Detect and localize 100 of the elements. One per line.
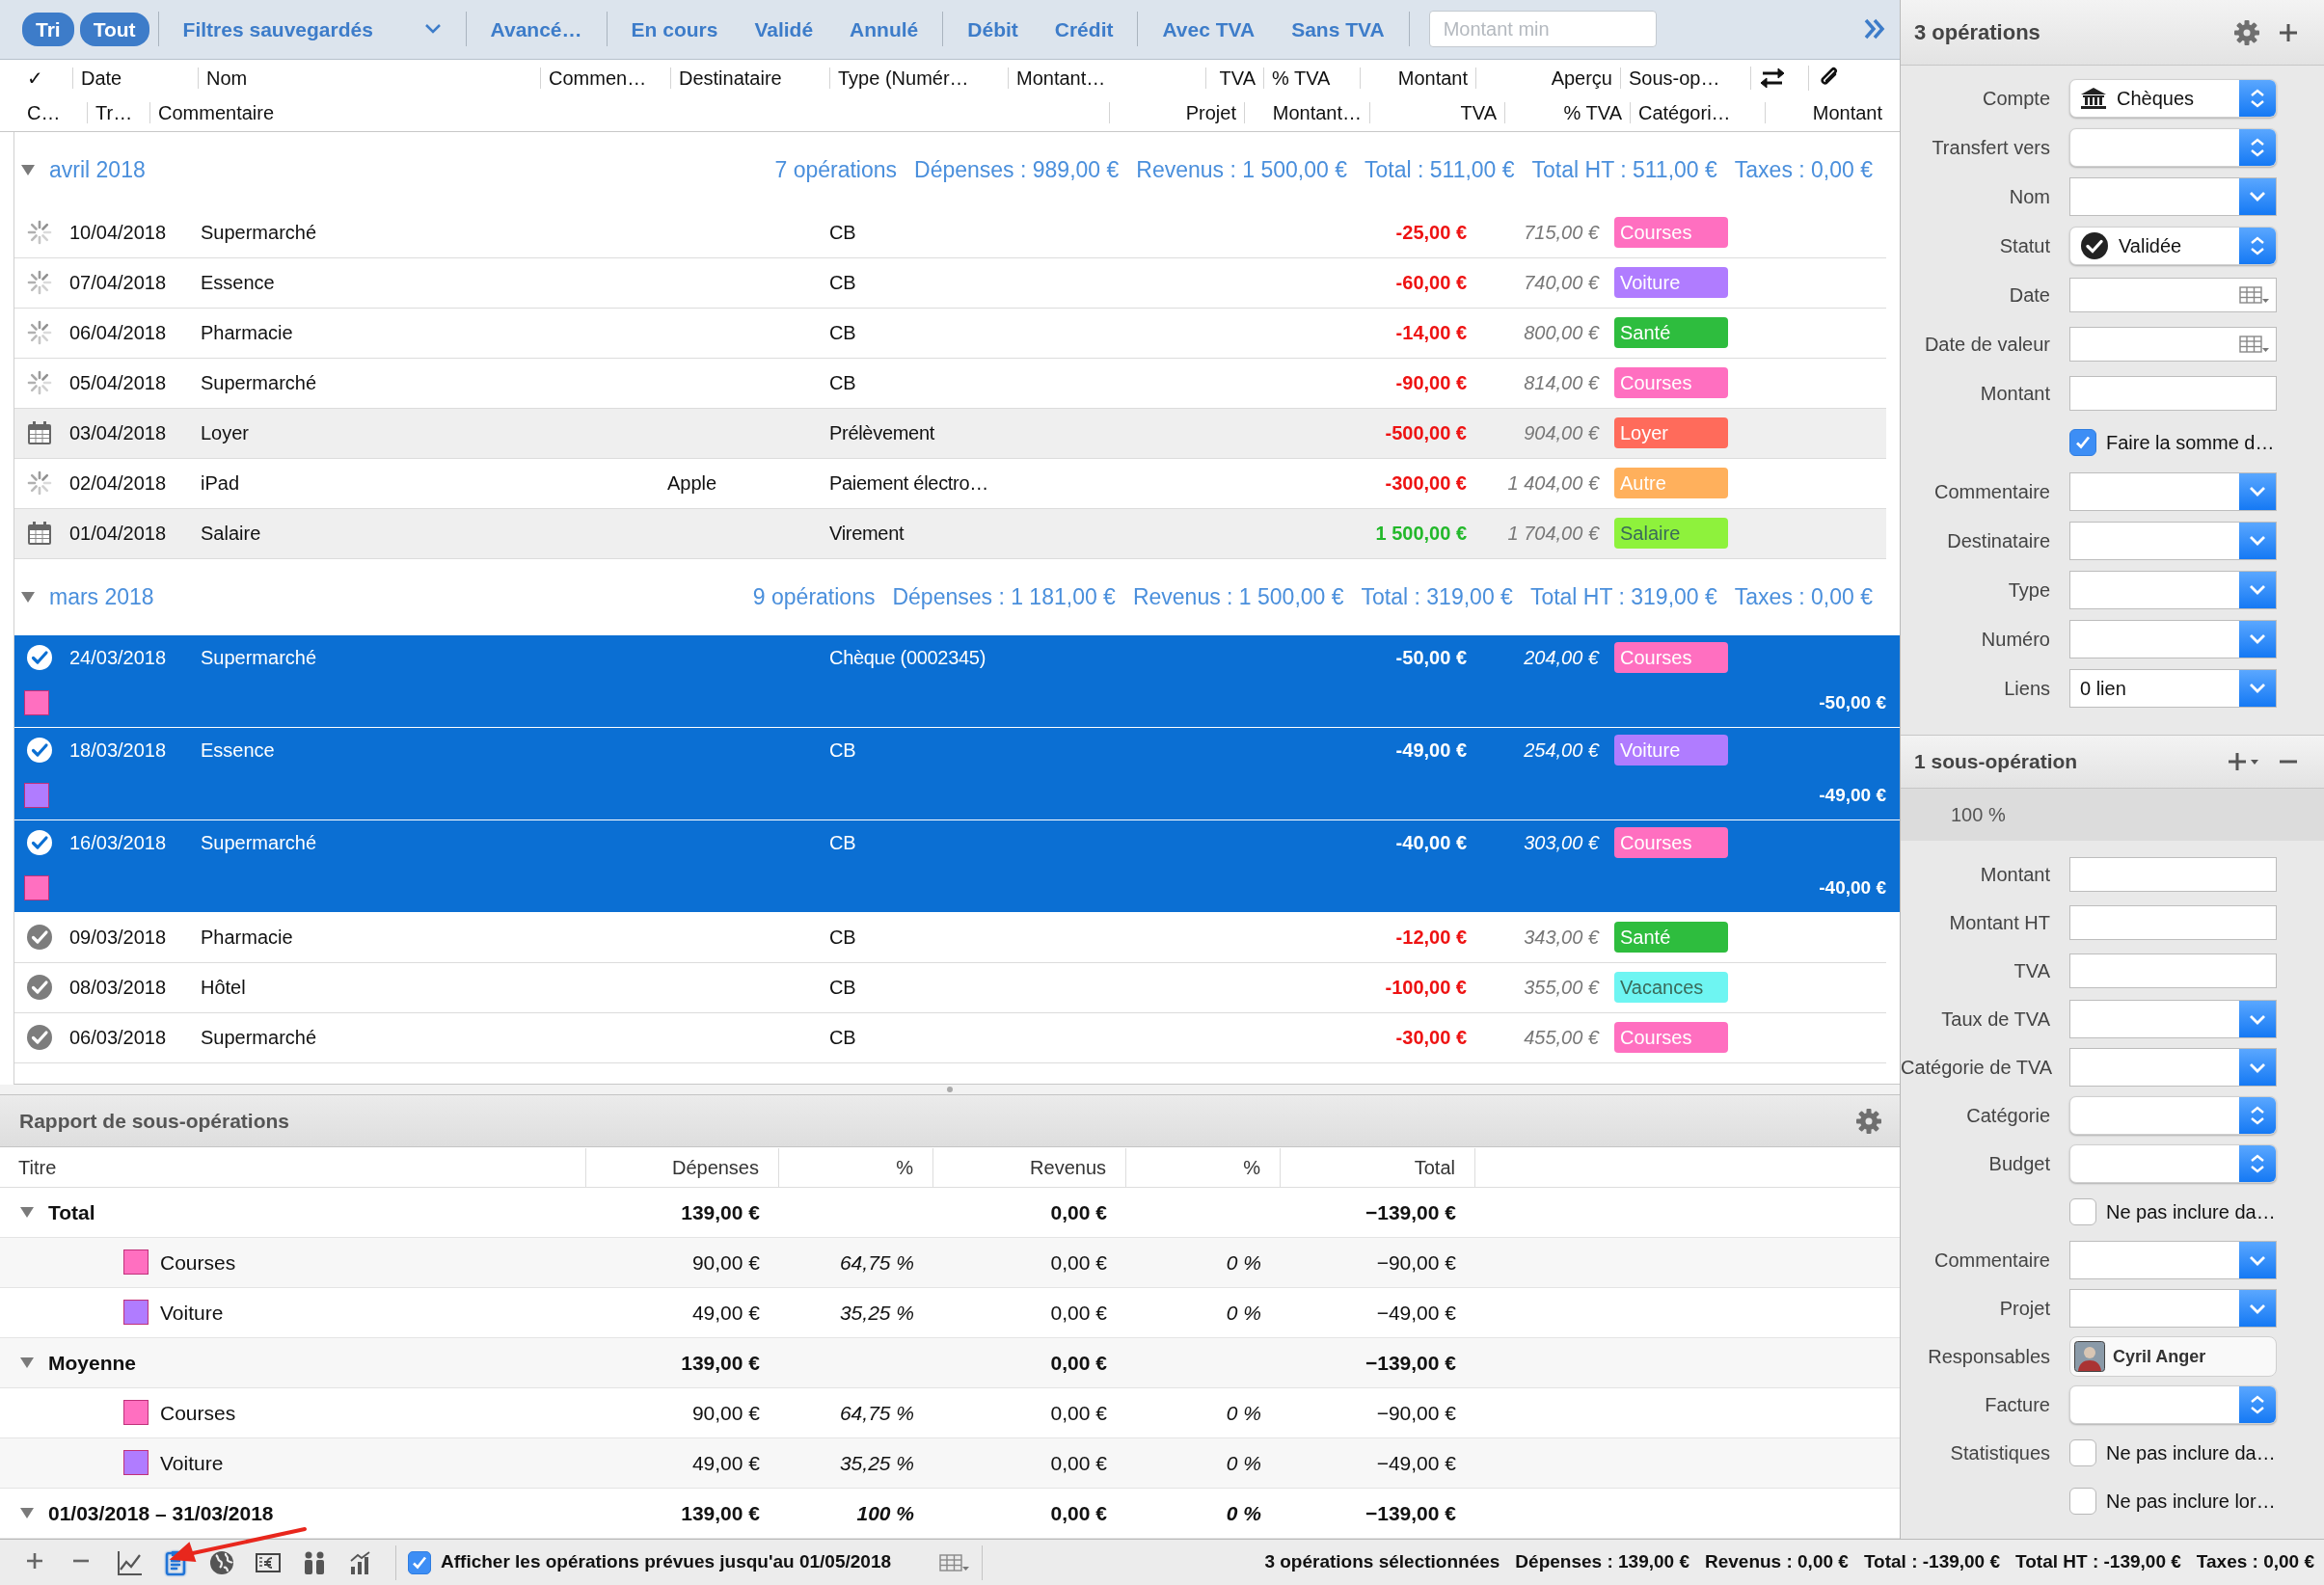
transaction-row[interactable]: 02/04/2018 iPad Apple Paiement électro… -300,00 € 1 404,00 € Autre (14, 458, 1886, 509)
transaction-row[interactable]: 08/03/2018 Hôtel CB -100,00 € 355,00 € Vacances (14, 962, 1886, 1013)
group-summary: Taxes : 0,00 € (1734, 583, 1873, 612)
line-chart-icon[interactable] (117, 1549, 142, 1575)
category-tag: Courses (1614, 827, 1728, 859)
popup-button[interactable] (2069, 127, 2277, 167)
type-text: Virement (828, 522, 905, 547)
filter-button[interactable]: Tri (22, 12, 74, 47)
column-header[interactable]: Type (Numér… (829, 67, 1008, 89)
column-header[interactable]: Montant… (1008, 67, 1205, 89)
input-field[interactable] (2069, 954, 2277, 988)
combo-box[interactable] (2069, 1289, 2277, 1328)
input-field[interactable] (2069, 375, 2277, 411)
checkbox[interactable] (2069, 428, 2096, 456)
column-header[interactable]: Montant (1360, 67, 1475, 89)
transaction-row[interactable]: 16/03/2018 Supermarché CB -40,00 € 303,00 € Courses -40,00 € (14, 819, 1900, 913)
column-header[interactable]: Commentaire (149, 101, 1109, 123)
checkbox[interactable] (2069, 1488, 2096, 1515)
transaction-row[interactable]: 07/04/2018 Essence CB -60,00 € 740,00 € Voiture (14, 257, 1886, 309)
combo-box[interactable] (2069, 471, 2277, 511)
settings-icon[interactable] (2233, 18, 2260, 46)
checkbox[interactable] (2069, 1198, 2096, 1225)
calendar-grid-icon[interactable] (939, 1552, 971, 1572)
person-token[interactable]: Cyril Anger (2069, 1336, 2277, 1377)
column-header[interactable]: TVA (1369, 101, 1504, 123)
checkbox-label[interactable]: Ne pas inclure da… (2106, 1197, 2276, 1226)
transaction-row[interactable]: 24/03/2018 Supermarché Chèque (0002345) -50,00 € 204,00 € Courses -50,00 € (14, 634, 1900, 728)
combo-box[interactable]: 0 lien (2069, 668, 2277, 708)
combo-box[interactable] (2069, 521, 2277, 560)
settings-icon[interactable] (1855, 1107, 1882, 1135)
combo-box[interactable] (2069, 1241, 2277, 1279)
column-header[interactable]: % (1126, 1147, 1281, 1187)
column-header[interactable]: % (779, 1147, 933, 1187)
transaction-row[interactable]: 09/03/2018 Pharmacie CB -12,00 € 343,00 € Santé (14, 912, 1886, 963)
transaction-row[interactable]: 06/03/2018 Supermarché CB -30,00 € 455,00 € Courses (14, 1012, 1886, 1063)
checkbox[interactable] (408, 1550, 431, 1574)
globe-icon[interactable] (209, 1549, 234, 1575)
column-header[interactable]: Montant… (1244, 101, 1369, 123)
swap-arrows-icon[interactable] (1759, 67, 1786, 91)
column-header[interactable]: Projet (1109, 101, 1244, 123)
amount-text: -40,00 € (1394, 831, 1467, 856)
transaction-row[interactable]: 10/04/2018 Supermarché CB -25,00 € 715,00 € Courses (14, 207, 1886, 258)
combo-box[interactable] (2069, 570, 2277, 609)
input-field[interactable] (2069, 857, 2277, 892)
combo-box[interactable] (2069, 1000, 2277, 1038)
checkbox-label[interactable]: Faire la somme d… (2106, 427, 2275, 457)
transaction-row[interactable]: 06/04/2018 Pharmacie CB -14,00 € 800,00 € Santé (14, 308, 1886, 359)
date-field[interactable] (2069, 326, 2277, 362)
group-summary: Taxes : 0,00 € (1734, 156, 1873, 185)
checkbox-label[interactable]: Ne pas inclure da… (2106, 1438, 2276, 1467)
splitter-handle-icon[interactable] (946, 1086, 954, 1094)
combo-box[interactable] (2069, 619, 2277, 658)
plus-menu-icon[interactable] (2228, 751, 2260, 772)
date-field[interactable] (2069, 277, 2277, 312)
date-text: 16/03/2018 (68, 831, 168, 856)
column-header[interactable]: Aperçu (1475, 67, 1620, 89)
popup-button[interactable] (2069, 1144, 2277, 1183)
column-header[interactable]: Sous-op… (1620, 67, 1750, 89)
popup-button[interactable]: Validée (2069, 226, 2277, 265)
transaction-row[interactable]: 01/04/2018 Salaire Virement 1 500,00 € 1 704,00 € Salaire (14, 508, 1886, 559)
column-header[interactable]: % TVA (1263, 67, 1360, 89)
value-cell-text: −139,00 € (1365, 1350, 1457, 1376)
input-field[interactable] (2069, 905, 2277, 940)
column-header[interactable]: TVA (1205, 67, 1263, 89)
column-header[interactable]: Catégori… (1630, 101, 1765, 123)
column-header[interactable]: Commen… (540, 67, 670, 89)
filter-button[interactable]: Tout (79, 12, 149, 47)
clipboard-icon[interactable] (163, 1549, 188, 1575)
checkbox-label[interactable]: Afficher les opérations prévues jusqu'au 01/05/2018 (441, 1548, 892, 1576)
column-header[interactable]: Tr… (87, 101, 149, 123)
chevron-down-icon (2249, 191, 2266, 201)
plus-icon[interactable] (2278, 21, 2299, 43)
calendar-grid-icon[interactable] (2239, 334, 2270, 354)
checkbox[interactable] (2069, 1439, 2096, 1466)
popup-button[interactable] (2069, 1385, 2277, 1424)
column-header[interactable]: % TVA (1504, 101, 1630, 123)
column-header[interactable]: Nom (198, 67, 540, 89)
column-header[interactable]: Dépenses (586, 1147, 779, 1187)
status-text: Total : -139,00 € (1863, 1550, 2001, 1574)
column-header[interactable]: Titre (14, 1147, 586, 1187)
search-field[interactable]: Montant min (1428, 11, 1657, 48)
combo-box[interactable] (2069, 1048, 2277, 1087)
popup-button[interactable]: Chèques (2069, 78, 2277, 118)
calendar-grid-icon[interactable] (2239, 284, 2270, 305)
field-label: Numéro (1980, 627, 2051, 652)
transaction-row[interactable]: 18/03/2018 Essence CB -49,00 € 254,00 € Voiture -49,00 € (14, 727, 1900, 820)
column-header[interactable]: Total (1281, 1147, 1475, 1187)
combo-box[interactable] (2069, 176, 2277, 216)
column-header[interactable]: Montant (1765, 101, 1890, 123)
chevron-double-right-icon[interactable] (1863, 17, 1886, 41)
people-icon[interactable] (302, 1549, 327, 1575)
popup-button[interactable] (2069, 1096, 2277, 1135)
column-header[interactable]: Date (72, 67, 198, 89)
checkbox-label[interactable]: Ne pas inclure lor… (2106, 1487, 2276, 1516)
column-header[interactable]: ✓ (19, 67, 72, 89)
transaction-row[interactable]: 05/04/2018 Supermarché CB -90,00 € 814,00 € Courses (14, 358, 1886, 409)
transaction-row[interactable]: 03/04/2018 Loyer Prélèvement -500,00 € 904,00 € Loyer (14, 408, 1886, 459)
column-header[interactable]: Revenus (933, 1147, 1126, 1187)
column-header[interactable]: Destinataire (670, 67, 829, 89)
column-header[interactable]: C… (19, 101, 87, 123)
